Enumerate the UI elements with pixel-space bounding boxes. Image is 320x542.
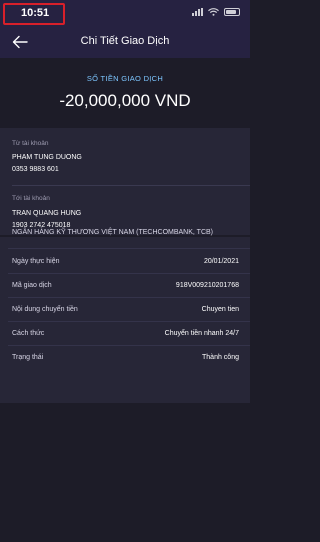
page-title: Chi Tiết Giao Dịch [80, 35, 170, 47]
detail-row-date: Ngày thực hiện 20/01/2021 [0, 254, 250, 274]
detail-value: Chuyển tiền nhanh 24/7 [164, 330, 239, 337]
to-account-label: Tới tài khoản [12, 195, 50, 202]
detail-row-method: Cách thức Chuyển tiền nhanh 24/7 [0, 326, 250, 346]
from-account-number: 0353 9883 601 [12, 166, 59, 173]
bank-row: NGÂN HÀNG KỸ THƯƠNG VIỆT NAM (TECHCOMBAN… [0, 229, 250, 243]
divider [8, 321, 250, 322]
detail-key: Cách thức [12, 330, 45, 337]
signal-icon [192, 8, 203, 16]
detail-key: Nội dung chuyển tiền [12, 306, 78, 313]
to-bank-name: NGÂN HÀNG KỸ THƯƠNG VIỆT NAM (TECHCOMBAN… [12, 229, 214, 236]
amount-label: SỐ TIỀN GIAO DỊCH [86, 74, 164, 83]
account-card: Từ tài khoản PHAM TUNG DUONG 0353 9883 6… [0, 128, 250, 231]
detail-value: 20/01/2021 [203, 258, 239, 265]
detail-row-content: Nội dung chuyển tiền Chuyen tien [0, 302, 250, 322]
detail-key: Mã giao dịch [12, 282, 52, 289]
transaction-details: NGÂN HÀNG KỸ THƯƠNG VIỆT NAM (TECHCOMBAN… [0, 229, 250, 403]
status-bar: 10:51 [0, 0, 250, 26]
status-icons [192, 8, 240, 16]
from-account-name: PHAM TUNG DUONG [12, 154, 82, 161]
to-account-name: TRAN QUANG HUNG [12, 210, 82, 217]
divider [8, 345, 250, 346]
divider [8, 273, 250, 274]
header: Chi Tiết Giao Dịch [0, 26, 250, 58]
detail-row-status: Trạng thái Thành công [0, 350, 250, 370]
detail-value: 918V009210201768 [175, 282, 239, 289]
divider [12, 185, 250, 186]
battery-icon [224, 8, 240, 16]
amount-value: -20,000,000 VND [59, 91, 191, 110]
wifi-icon [208, 8, 219, 16]
detail-key: Trạng thái [12, 354, 44, 361]
divider [8, 248, 250, 249]
detail-row-transaction-id: Mã giao dịch 918V009210201768 [0, 278, 250, 298]
detail-key: Ngày thực hiện [12, 258, 60, 265]
detail-value: Thành công [202, 354, 239, 361]
from-account-label: Từ tài khoản [12, 140, 49, 147]
detail-value: Chuyen tien [201, 306, 239, 313]
status-time: 10:51 [21, 7, 50, 19]
to-account-number: 1903 2742 475018 [12, 222, 71, 229]
divider [8, 297, 250, 298]
amount-section: SỐ TIỀN GIAO DỊCH -20,000,000 VND [0, 58, 250, 128]
